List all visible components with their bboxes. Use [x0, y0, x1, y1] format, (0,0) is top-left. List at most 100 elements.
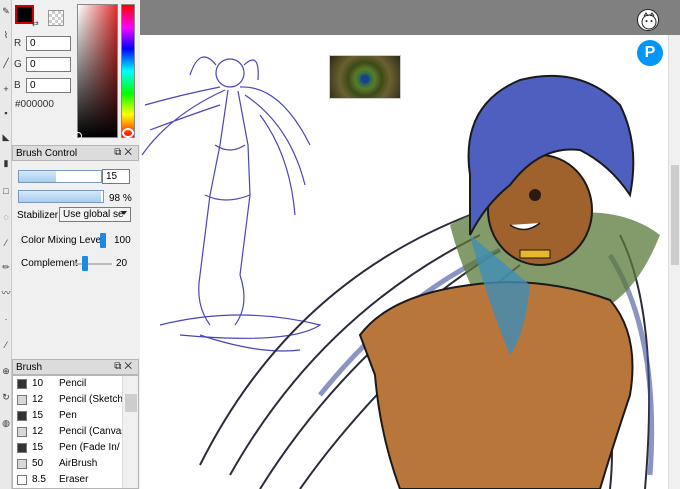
- brush-color-swatch: [17, 427, 27, 437]
- brush-size-fill: [19, 171, 56, 182]
- rect-tool-icon[interactable]: ▪: [1, 108, 11, 118]
- complement-row: Complement 20: [12, 256, 139, 272]
- color-mixing-slider[interactable]: [100, 233, 106, 248]
- canvas-vertical-scrollbar[interactable]: [668, 35, 680, 489]
- brush-item[interactable]: 12 Pencil (Sketch: [13, 392, 123, 407]
- close-panel-icon[interactable]: ✕: [124, 361, 135, 372]
- restore-panel-icon[interactable]: ⧉: [114, 361, 124, 372]
- rotate-tool-icon[interactable]: ↻: [1, 392, 11, 402]
- stabilizer-dropdown[interactable]: Use global se: [59, 207, 131, 222]
- restore-panel-icon[interactable]: ⧉: [114, 147, 124, 158]
- eraser-tool-icon[interactable]: ▮: [1, 158, 11, 168]
- brush-size: 15: [32, 442, 44, 453]
- blue-row: B 0: [14, 78, 72, 94]
- hand-tool-icon[interactable]: ·: [1, 314, 11, 324]
- reference-image-peacock: [329, 55, 401, 99]
- green-input[interactable]: 0: [26, 57, 71, 72]
- artwork: [141, 56, 660, 489]
- brush-density-value: 98 %: [109, 193, 132, 204]
- brush-size: 50: [32, 458, 44, 469]
- color-panel: ⇄ R 0 G 0 B 0 #000000: [12, 0, 139, 145]
- brush-size-input[interactable]: 15: [102, 169, 130, 184]
- drawing-canvas[interactable]: [140, 35, 668, 489]
- brush-color-swatch: [17, 475, 27, 485]
- brush-panel-header: Brush ⧉✕: [12, 359, 139, 375]
- color-mixing-value: 100: [114, 235, 131, 246]
- user-avatar[interactable]: [637, 9, 659, 31]
- brush-name: Eraser: [59, 474, 89, 485]
- brush-item[interactable]: 50 AirBrush: [13, 456, 121, 471]
- scrollbar-thumb[interactable]: [671, 165, 679, 265]
- brush-item[interactable]: 10 Pencil: [13, 376, 121, 391]
- red-label: R: [14, 38, 22, 49]
- brush-list: 10 Pencil 12 Pencil (Sketch 15 Pen 12 Pe…: [12, 375, 139, 489]
- brush-item[interactable]: 15 Pen: [13, 408, 121, 423]
- brush-name: Pen (Fade In/: [59, 442, 120, 453]
- brush-item[interactable]: 15 Pen (Fade In/: [13, 440, 121, 455]
- brush-control-panel: 15 98 % Stabilizer Use global se Color M…: [12, 161, 139, 357]
- brush-size: 15: [32, 410, 44, 421]
- color-mixing-label: Color Mixing Level: [21, 235, 104, 246]
- figure-collar: [519, 249, 551, 259]
- brush-color-swatch: [17, 379, 27, 389]
- transparent-color-swatch[interactable]: [48, 10, 64, 26]
- brush-name: Pencil (Sketch: [59, 394, 123, 405]
- tool-strip: ✎ ⌇ ╱ + ▪ ◣ ▮ □ ◌ ⁄ ✏ 〰 · ⁄ ⊕ ↻ ◍: [0, 0, 12, 489]
- brush-list-scrollbar[interactable]: [122, 376, 138, 488]
- brush-tool-icon[interactable]: ⌇: [1, 30, 11, 40]
- hue-slider[interactable]: [121, 4, 135, 138]
- figure-eye: [529, 189, 541, 201]
- canvas-backdrop: [140, 0, 680, 35]
- scrollbar-thumb[interactable]: [125, 394, 137, 412]
- chevron-down-icon: [121, 211, 127, 215]
- select-tool-icon[interactable]: □: [1, 186, 11, 196]
- brush-color-swatch: [17, 411, 27, 421]
- text-tool-icon[interactable]: ◍: [1, 418, 11, 428]
- swap-colors-icon[interactable]: ⇄: [32, 19, 39, 28]
- brush-color-swatch: [17, 459, 27, 469]
- hue-slider-handle[interactable]: [122, 128, 134, 138]
- brush-item[interactable]: 8.5 Eraser: [13, 472, 121, 487]
- pixiv-button[interactable]: P: [637, 40, 663, 66]
- fill-tool-icon[interactable]: ◣: [1, 132, 11, 142]
- wand-tool-icon[interactable]: ⁄: [1, 238, 11, 248]
- brush-color-swatch: [17, 395, 27, 405]
- complement-slider[interactable]: [82, 256, 88, 271]
- pencil-tool-icon[interactable]: ✏: [1, 262, 11, 272]
- pen-tool-icon[interactable]: ✎: [1, 6, 11, 16]
- blue-input[interactable]: 0: [26, 78, 71, 93]
- brush-color-swatch: [17, 443, 27, 453]
- brush-name: Pencil (Canvas: [59, 426, 127, 437]
- complement-track: [74, 263, 112, 265]
- saturation-value-picker[interactable]: [77, 4, 118, 138]
- brush-name: Pen: [59, 410, 77, 421]
- brush-density-fill: [19, 191, 102, 202]
- brush-size-bar[interactable]: [18, 170, 102, 183]
- brush-name: AirBrush: [59, 458, 98, 469]
- hex-value: #000000: [15, 99, 54, 110]
- zoom-tool-icon[interactable]: ⊕: [1, 366, 11, 376]
- brush-size: 12: [32, 394, 44, 405]
- brush-item[interactable]: 12 Pencil (Canvas: [13, 424, 126, 439]
- brush-size: 8.5: [32, 474, 46, 485]
- brush-density-bar[interactable]: [18, 190, 104, 203]
- brush-panel-title: Brush: [16, 362, 43, 373]
- line-tool-icon[interactable]: ╱: [1, 58, 11, 68]
- color-mixing-row: Color Mixing Level 100: [12, 233, 139, 249]
- complement-label: Complement: [21, 258, 78, 269]
- green-row: G 0: [14, 57, 72, 73]
- stabilizer-value: Use global se: [63, 209, 124, 220]
- complement-value: 20: [116, 258, 128, 269]
- eyedropper-tool-icon[interactable]: ⁄: [1, 340, 11, 350]
- close-panel-icon[interactable]: ✕: [124, 147, 135, 158]
- brush-size: 10: [32, 378, 44, 389]
- red-input[interactable]: 0: [26, 36, 71, 51]
- lasso-tool-icon[interactable]: ◌: [1, 212, 11, 222]
- stabilizer-label: Stabilizer: [17, 210, 59, 221]
- sv-picker-handle[interactable]: [74, 132, 82, 140]
- brush-control-title: Brush Control: [16, 148, 78, 159]
- green-label: G: [14, 59, 22, 70]
- paint-app-window: ✎ ⌇ ╱ + ▪ ◣ ▮ □ ◌ ⁄ ✏ 〰 · ⁄ ⊕ ↻ ◍ ⇄ R 0 …: [0, 0, 680, 489]
- smudge-tool-icon[interactable]: 〰: [1, 288, 11, 298]
- move-tool-icon[interactable]: +: [1, 84, 11, 94]
